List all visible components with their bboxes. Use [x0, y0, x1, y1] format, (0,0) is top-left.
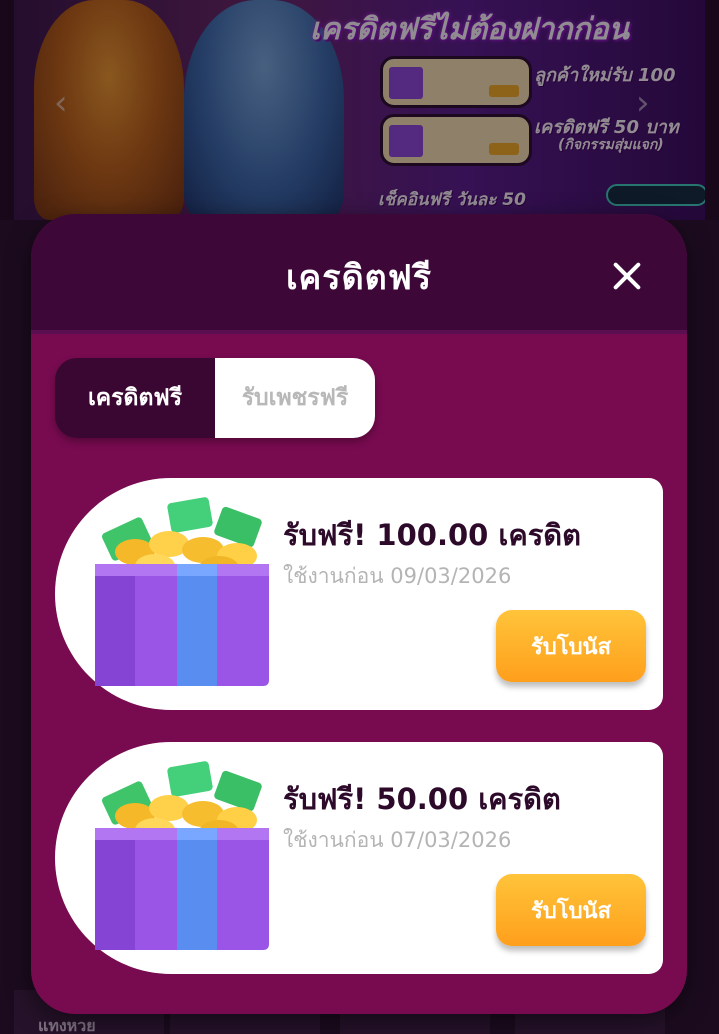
modal-title: เครดิตฟรี: [285, 258, 433, 298]
tab-free-diamonds[interactable]: รับเพชรฟรี: [215, 358, 375, 438]
tab-free-credit[interactable]: เครดิตฟรี: [55, 358, 215, 438]
close-icon[interactable]: [609, 258, 645, 294]
bonus-expiry: ใช้งานก่อน 09/03/2026: [283, 564, 512, 588]
bonus-title: รับฟรี! 100.00 เครดิต: [283, 518, 581, 552]
modal-header: เครดิตฟรี: [31, 214, 687, 334]
claim-bonus-button[interactable]: รับโบนัส: [496, 874, 646, 946]
bonus-card: รับฟรี! 100.00 เครดิต ใช้งานก่อน 09/03/2…: [55, 478, 663, 710]
tab-bar: เครดิตฟรี รับเพชรฟรี: [55, 358, 375, 438]
free-credit-modal: เครดิตฟรี เครดิตฟรี รับเพชรฟรี รับฟรี! 1…: [31, 214, 687, 1014]
bonus-card: รับฟรี! 50.00 เครดิต ใช้งานก่อน 07/03/20…: [55, 742, 663, 974]
gift-box-icon: [87, 494, 277, 694]
bonus-title: รับฟรี! 50.00 เครดิต: [283, 782, 561, 816]
claim-bonus-button[interactable]: รับโบนัส: [496, 610, 646, 682]
gift-box-icon: [87, 758, 277, 958]
bonus-expiry: ใช้งานก่อน 07/03/2026: [283, 828, 512, 852]
